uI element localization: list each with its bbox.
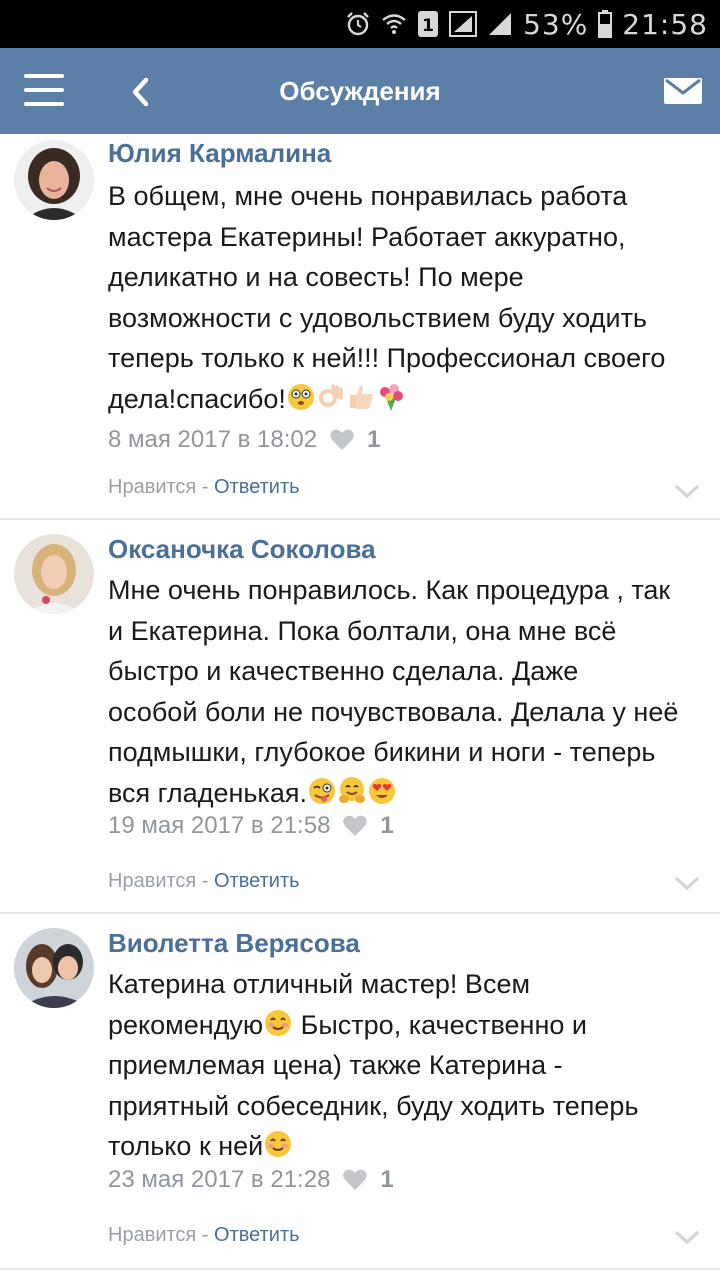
text-segment: рекомендую (108, 1009, 264, 1040)
like-button[interactable]: Нравится (108, 1224, 196, 1246)
smiling-face-emoji (265, 1009, 292, 1036)
heart-icon[interactable] (342, 814, 368, 838)
winking-tongue-emoji (308, 777, 335, 804)
like-button[interactable]: Нравится (108, 870, 196, 892)
like-count: 1 (380, 812, 394, 839)
actions-separator: - (196, 476, 215, 498)
comment-date: 23 мая 2017 в 21:28 (108, 1166, 331, 1193)
reply-button[interactable]: Ответить (214, 870, 300, 892)
signal-icon (449, 11, 478, 37)
comment-item: Юлия Кармалина В общем, мне очень понрав… (0, 134, 720, 520)
text-line: приятный собеседник, буду ходить теперь (108, 1090, 639, 1121)
comment-author[interactable]: Виолетта Верясова (108, 928, 360, 959)
text-line: Мне очень понравилось. Как процедура , т… (108, 575, 671, 605)
text-line: особой боли не почувствовала. Делала у н… (108, 696, 679, 727)
text-line: приемлемая цена) также Катерина - (108, 1050, 563, 1080)
actions-separator: - (196, 1224, 215, 1246)
comment-date: 8 мая 2017 в 18:02 (108, 426, 318, 453)
flushed-face-emoji (287, 383, 314, 410)
avatar[interactable] (14, 534, 94, 614)
chevron-down-icon[interactable] (674, 484, 700, 500)
comment-meta: 19 мая 2017 в 21:58 1 (108, 812, 394, 840)
comments-feed: Юлия Кармалина В общем, мне очень понрав… (0, 134, 720, 1270)
text-line: мастера Екатерины! Работает аккуратно, (108, 221, 626, 252)
comment-item: Оксаночка Соколова Мне очень понравилось… (0, 520, 720, 914)
app-bar: Обсуждения (0, 48, 720, 134)
hugging-face-emoji (338, 776, 365, 803)
status-bar: 1 53% 21:58 (0, 0, 720, 48)
alarm-icon (345, 11, 371, 37)
comment-item: Виолетта Верясова Катерина отличный маст… (0, 914, 720, 1270)
comment-date: 19 мая 2017 в 21:58 (108, 812, 331, 839)
heart-eyes-emoji (368, 777, 395, 804)
text-line: и Екатерина. Пока болтали, она мне всё (108, 615, 617, 646)
comment-actions: Нравится - Ответить (108, 1224, 300, 1247)
text-line: подмышки, глубокое бикини и ноги - тепер… (108, 737, 656, 767)
hamburger-icon[interactable] (24, 74, 64, 106)
text-segment: Быстро, качественно и (293, 1009, 587, 1040)
text-line: быстро и качественно сделала. Даже (108, 656, 579, 686)
comment-meta: 23 мая 2017 в 21:28 1 (108, 1166, 394, 1194)
chevron-left-icon[interactable] (126, 72, 156, 112)
wifi-icon (381, 11, 407, 37)
text-line: только к ней (108, 1126, 708, 1167)
chevron-down-icon[interactable] (674, 876, 700, 892)
comment-text: Мне очень понравилось. Как процедура , т… (108, 570, 708, 813)
like-button[interactable]: Нравится (108, 476, 196, 498)
battery-icon (598, 10, 613, 38)
envelope-icon[interactable] (664, 78, 702, 104)
comment-author[interactable]: Юлия Кармалина (108, 138, 331, 169)
text-line: теперь только к ней!!! Профессионал свое… (108, 343, 666, 373)
signal-icon (487, 11, 513, 37)
text-segment: дела!спасибо! (108, 383, 286, 414)
sim-icon: 1 (417, 10, 439, 38)
clock: 21:58 (622, 7, 708, 41)
like-count: 1 (380, 1166, 394, 1193)
chevron-down-icon[interactable] (674, 1230, 700, 1246)
comment-author[interactable]: Оксаночка Соколова (108, 534, 376, 565)
page-title: Обсуждения (279, 76, 441, 106)
heart-icon[interactable] (342, 1168, 368, 1192)
text-line: вся гладенькая. (108, 773, 708, 814)
text-line: Катерина отличный мастер! Всем (108, 969, 531, 999)
like-count: 1 (367, 426, 381, 453)
actions-separator: - (196, 870, 215, 892)
smiling-face-emoji (265, 1131, 292, 1157)
bouquet-emoji (379, 383, 403, 411)
ok-hand-emoji (318, 383, 343, 407)
comment-meta: 8 мая 2017 в 18:02 1 (108, 426, 380, 454)
text-segment: вся гладенькая. (108, 777, 307, 808)
text-line: деликатно и на совесть! По мере (108, 262, 524, 292)
avatar[interactable] (14, 928, 94, 1008)
text-segment: только к ней (108, 1131, 264, 1161)
comment-actions: Нравится - Ответить (108, 476, 300, 499)
reply-button[interactable]: Ответить (214, 476, 300, 498)
text-line: рекомендую Быстро, качественно и (108, 1005, 708, 1046)
comment-text: В общем, мне очень понравилась работа ма… (108, 176, 708, 419)
svg-text:1: 1 (422, 16, 434, 36)
reply-button[interactable]: Ответить (214, 1224, 300, 1246)
heart-icon[interactable] (329, 428, 355, 452)
text-line: В общем, мне очень понравилась работа (108, 181, 628, 211)
avatar[interactable] (14, 140, 94, 220)
comment-actions: Нравится - Ответить (108, 870, 300, 893)
battery-percent: 53% (523, 7, 589, 41)
text-line: дела!спасибо! (108, 379, 708, 420)
comment-text: Катерина отличный мастер! Всем рекоменду… (108, 964, 708, 1167)
text-line: возможности с удовольствием буду ходить (108, 302, 647, 333)
thumbs-up-emoji (349, 385, 373, 409)
